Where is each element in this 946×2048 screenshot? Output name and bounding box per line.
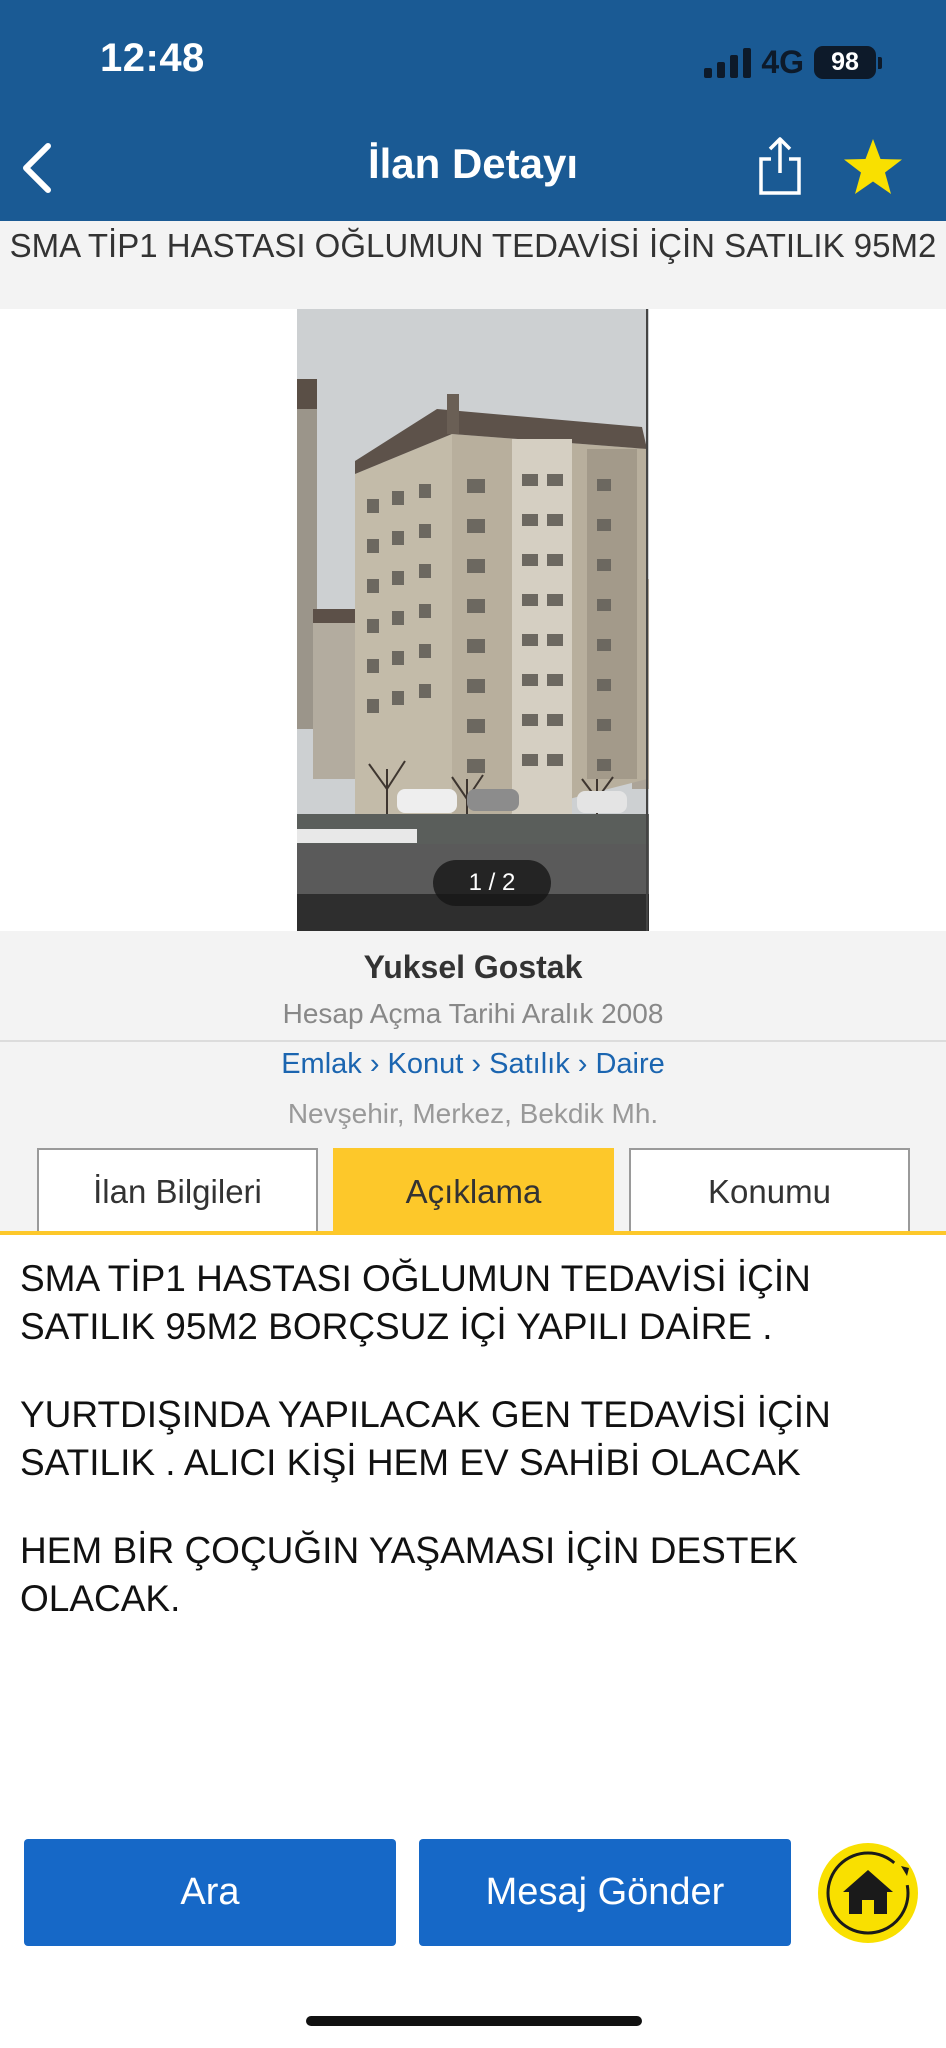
home-indicator [306, 2016, 642, 2026]
photo-gallery[interactable]: 1 / 2 [0, 309, 946, 931]
favorite-star-icon[interactable] [842, 137, 904, 197]
network-type: 4G [761, 44, 804, 80]
signal-icon [704, 47, 752, 78]
home-icon[interactable] [815, 1840, 921, 1946]
tab-listing-info[interactable]: İlan Bilgileri [37, 1148, 318, 1234]
listing-photo[interactable] [297, 309, 649, 931]
send-message-button[interactable]: Mesaj Gönder [419, 1839, 791, 1946]
tab-description[interactable]: Açıklama [333, 1148, 614, 1234]
status-time: 12:48 [100, 36, 205, 80]
call-button[interactable]: Ara [24, 1839, 396, 1946]
battery-level: 98 [814, 46, 876, 79]
account-created-date: Hesap Açma Tarihi Aralık 2008 [282, 998, 664, 1029]
description-text: SMA TİP1 HASTASI OĞLUMUN TEDAVİSİ İÇİN S… [20, 1255, 926, 1663]
seller-name[interactable]: Yuksel Gostak [0, 949, 946, 986]
listing-location: Nevşehir, Merkez, Bekdik Mh. [287, 1098, 659, 1129]
seller-info: Yuksel Gostak Hesap Açma Tarihi Aralık 2… [0, 931, 946, 1042]
tab-location[interactable]: Konumu [629, 1148, 910, 1234]
description-paragraph: HEM BİR ÇOÇUĞIN YAŞAMASI İÇİN DESTEK OLA… [20, 1530, 798, 1619]
battery-icon: 98 [814, 46, 882, 79]
app-header: 12:48 4G 98 İlan Detayı [0, 0, 946, 221]
category-breadcrumb[interactable]: Emlak › Konut › Satılık › Daire [0, 1048, 946, 1081]
photo-counter: 1 / 2 [433, 860, 551, 906]
tab-underline [0, 1231, 946, 1235]
status-indicators: 4G 98 [704, 44, 882, 81]
listing-title: SMA TİP1 HASTASI OĞLUMUN TEDAVİSİ İÇİN S… [0, 221, 946, 309]
description-paragraph: SMA TİP1 HASTASI OĞLUMUN TEDAVİSİ İÇİN S… [20, 1258, 811, 1347]
description-paragraph: YURTDIŞINDA YAPILACAK GEN TEDAVİSİ İÇİN … [20, 1394, 831, 1483]
share-icon[interactable] [755, 135, 805, 197]
